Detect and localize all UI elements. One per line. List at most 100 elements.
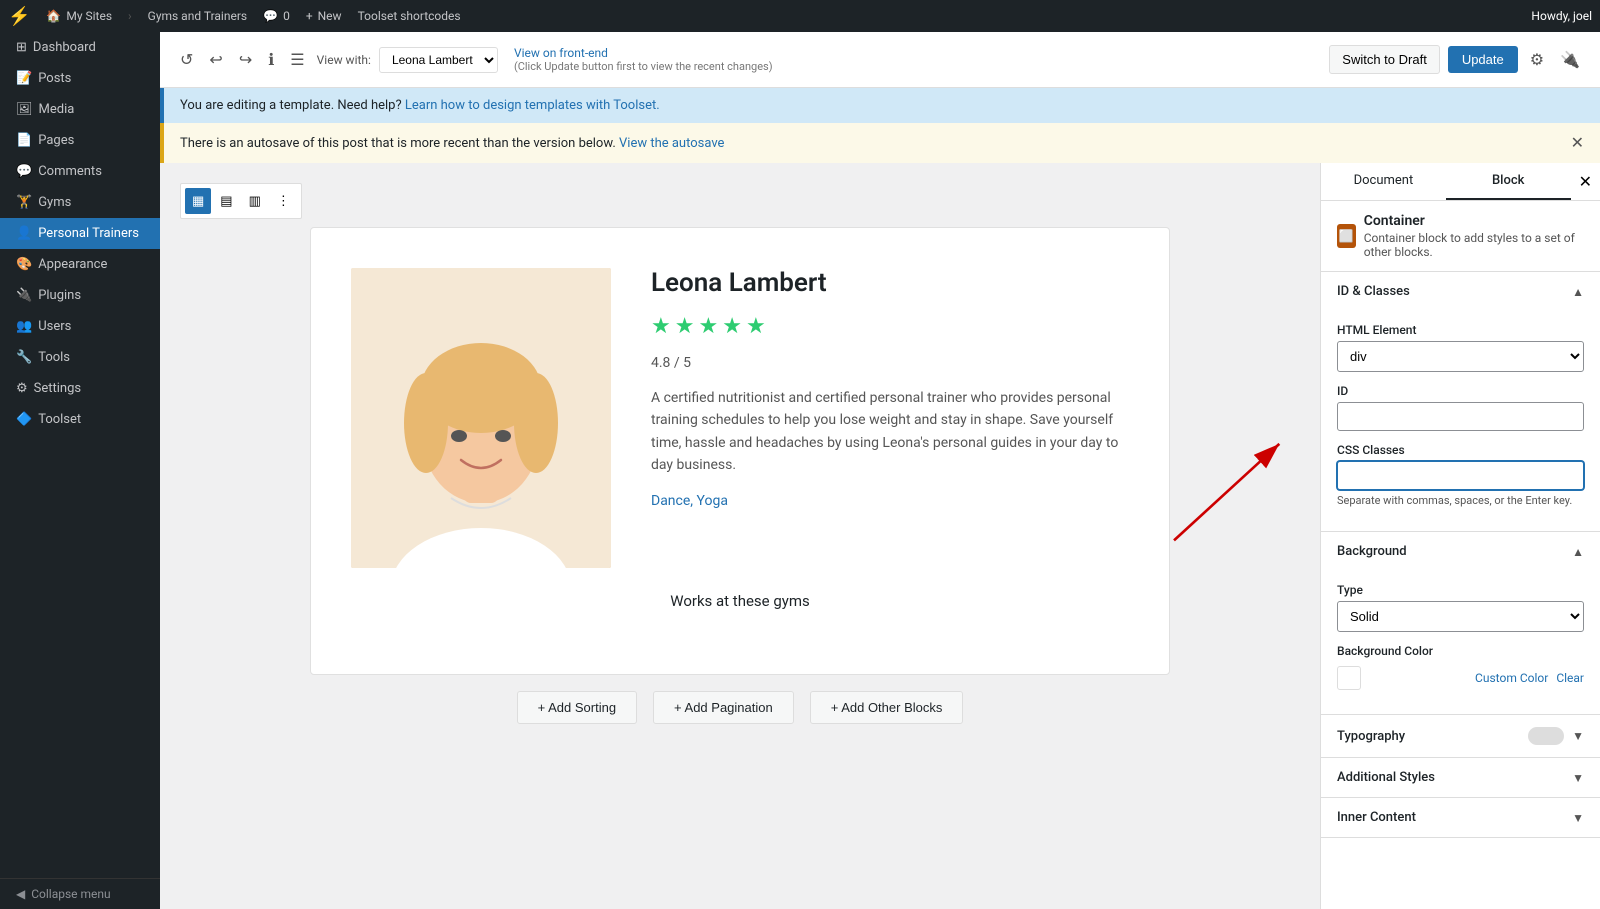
- bottom-actions: + Add Sorting + Add Pagination + Add Oth…: [180, 675, 1300, 740]
- info-button[interactable]: ℹ: [264, 46, 278, 74]
- comments-menu-icon: 💬: [16, 164, 32, 179]
- gyms-trainers-link[interactable]: Gyms and Trainers: [148, 9, 247, 23]
- sidebar-item-plugins[interactable]: 🔌 Plugins: [0, 280, 160, 311]
- update-button[interactable]: Update: [1448, 46, 1518, 73]
- wp-logo[interactable]: ⚡: [8, 6, 30, 27]
- chevron-up-icon-bg: ▲: [1572, 545, 1584, 559]
- redo-button[interactable]: ↪: [235, 46, 256, 74]
- comments-icon: 💬: [263, 9, 278, 23]
- container-icon: ⬜: [1337, 224, 1356, 248]
- chevron-down-icon-typo: ▼: [1572, 729, 1584, 743]
- editor-canvas[interactable]: ▦ ▤ ▥ ⋮: [160, 163, 1320, 909]
- panel-tab-bar: Document Block ✕: [1321, 163, 1600, 201]
- template-notice: You are editing a template. Need help? L…: [160, 88, 1600, 123]
- sidebar-item-dashboard[interactable]: ⊞ Dashboard: [0, 32, 160, 63]
- section-inner-content-header[interactable]: Inner Content ▼: [1321, 798, 1600, 837]
- tools-icon: 🔧: [16, 350, 32, 365]
- panel-block-title: ⬜ Container Container block to add style…: [1321, 201, 1600, 272]
- top-bar: ⚡ 🏠 My Sites › Gyms and Trainers 💬 0 + N…: [0, 0, 1600, 32]
- section-id-classes: ID & Classes ▲ HTML Element div ID: [1321, 272, 1600, 532]
- new-link[interactable]: + New: [306, 9, 342, 23]
- sidebar-item-media[interactable]: 🖼 Media: [0, 94, 160, 125]
- autosave-notice-close[interactable]: ✕: [1571, 133, 1584, 153]
- sidebar-item-toolset[interactable]: 🔷 Toolset: [0, 404, 160, 435]
- switch-to-draft-button[interactable]: Switch to Draft: [1329, 45, 1440, 74]
- works-at-label: Works at these gyms: [351, 568, 1129, 634]
- sidebar-item-pages[interactable]: 📄 Pages: [0, 125, 160, 156]
- tab-document[interactable]: Document: [1321, 163, 1446, 200]
- toolset-icon: 🔷: [16, 412, 32, 427]
- sidebar-item-comments[interactable]: 💬 Comments: [0, 156, 160, 187]
- block-more-btn[interactable]: ⋮: [270, 188, 297, 214]
- plugins-button[interactable]: 🔌: [1556, 46, 1584, 74]
- chevron-up-icon: ▲: [1572, 285, 1584, 299]
- right-panel: Document Block ✕ ⬜ Container Container b…: [1320, 163, 1600, 909]
- settings-gear-button[interactable]: ⚙: [1526, 46, 1548, 74]
- block-view-list-btn[interactable]: ▤: [213, 188, 239, 214]
- trainer-bio: A certified nutritionist and certified p…: [651, 387, 1129, 477]
- sidebar-item-personal-trainers[interactable]: 👤 Personal Trainers: [0, 218, 160, 249]
- toolset-shortcodes-link[interactable]: Toolset shortcodes: [358, 9, 461, 23]
- trainers-icon: 👤: [16, 226, 32, 241]
- add-sorting-button[interactable]: + Add Sorting: [517, 691, 637, 724]
- collapse-icon: ◀: [16, 887, 25, 901]
- panel-close-button[interactable]: ✕: [1571, 164, 1600, 200]
- bg-color-label: Background Color: [1337, 644, 1584, 658]
- comments-link[interactable]: 💬 0: [263, 9, 290, 23]
- section-additional-styles: Additional Styles ▼: [1321, 758, 1600, 798]
- section-additional-styles-header[interactable]: Additional Styles ▼: [1321, 758, 1600, 797]
- type-label: Type: [1337, 583, 1584, 597]
- chevron-down-icon-styles: ▼: [1572, 771, 1584, 785]
- undo-button[interactable]: ↺: [176, 46, 197, 74]
- typography-toggle[interactable]: [1528, 727, 1564, 745]
- block-view-grid-btn[interactable]: ▥: [242, 188, 268, 214]
- menu-button[interactable]: ☰: [286, 46, 308, 74]
- section-background-header[interactable]: Background ▲: [1321, 532, 1600, 571]
- chevron-down-icon-inner: ▼: [1572, 811, 1584, 825]
- section-inner-content: Inner Content ▼: [1321, 798, 1600, 838]
- template-learn-link[interactable]: Learn how to design templates with Tools…: [405, 98, 660, 113]
- pages-icon: 📄: [16, 133, 32, 148]
- css-classes-label: CSS Classes: [1337, 443, 1584, 457]
- autosave-notice: There is an autosave of this post that i…: [160, 123, 1600, 163]
- undo-history-button[interactable]: ↩: [205, 46, 226, 74]
- add-other-blocks-button[interactable]: + Add Other Blocks: [810, 691, 964, 724]
- sidebar-item-tools[interactable]: 🔧 Tools: [0, 342, 160, 373]
- trainer-tags: Dance, Yoga: [651, 493, 1129, 509]
- id-label: ID: [1337, 384, 1584, 398]
- dashboard-icon: ⊞: [16, 40, 27, 55]
- background-type-select[interactable]: Solid: [1337, 601, 1584, 632]
- html-element-select[interactable]: div: [1337, 341, 1584, 372]
- custom-color-link[interactable]: Custom Color: [1475, 671, 1548, 685]
- block-view-icon-btn[interactable]: ▦: [185, 188, 211, 214]
- html-element-label: HTML Element: [1337, 323, 1584, 337]
- section-background-content: Type Solid Background Color Custom Color: [1321, 571, 1600, 714]
- view-with-select[interactable]: Leona Lambert: [379, 47, 498, 73]
- sidebar-item-appearance[interactable]: 🎨 Appearance: [0, 249, 160, 280]
- sidebar-item-users[interactable]: 👥 Users: [0, 311, 160, 342]
- collapse-menu-button[interactable]: ◀ Collapse menu: [0, 878, 160, 909]
- settings-icon: ⚙: [16, 381, 28, 396]
- gyms-icon: 🏋: [16, 195, 32, 210]
- media-icon: 🖼: [16, 102, 33, 117]
- css-classes-input[interactable]: [1337, 461, 1584, 490]
- panel-block-desc: Container block to add styles to a set o…: [1364, 231, 1584, 259]
- color-swatch[interactable]: [1337, 666, 1361, 690]
- sidebar-item-settings[interactable]: ⚙ Settings: [0, 373, 160, 404]
- view-autosave-link[interactable]: View the autosave: [619, 136, 724, 151]
- section-id-classes-header[interactable]: ID & Classes ▲: [1321, 272, 1600, 311]
- view-on-front-link[interactable]: View on front-end: [514, 46, 773, 60]
- star-1: ★: [651, 314, 671, 339]
- sidebar-item-posts[interactable]: 📝 Posts: [0, 63, 160, 94]
- star-2: ★: [675, 314, 695, 339]
- id-input[interactable]: [1337, 402, 1584, 431]
- section-id-classes-content: HTML Element div ID CSS Classes: [1321, 311, 1600, 531]
- my-sites-link[interactable]: 🏠 My Sites: [46, 9, 112, 23]
- section-typography-header[interactable]: Typography ▼: [1321, 715, 1600, 757]
- sidebar-item-gyms[interactable]: 🏋 Gyms: [0, 187, 160, 218]
- notifications-area: You are editing a template. Need help? L…: [160, 88, 1600, 163]
- tab-block[interactable]: Block: [1446, 163, 1571, 200]
- css-classes-hint: Separate with commas, spaces, or the Ent…: [1337, 494, 1584, 507]
- add-pagination-button[interactable]: + Add Pagination: [653, 691, 794, 724]
- clear-color-link[interactable]: Clear: [1556, 671, 1584, 685]
